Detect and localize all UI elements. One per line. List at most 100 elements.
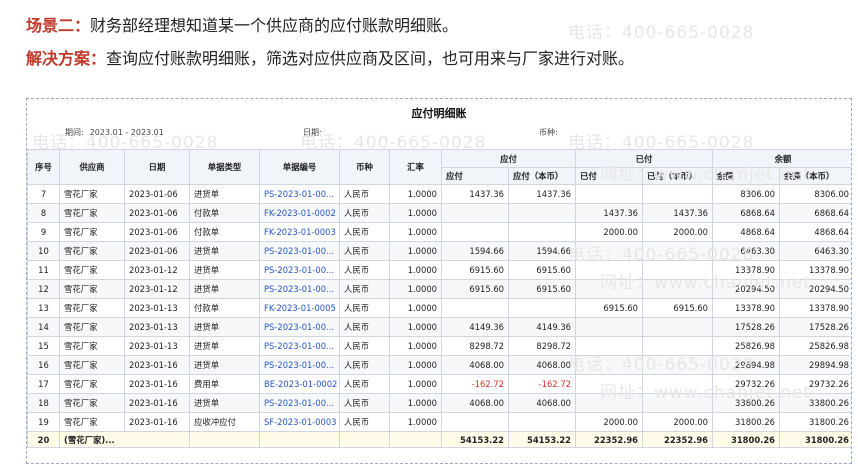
- table-row[interactable]: 19 雪花厂家 2023-01-16 应收冲应付 SF-2023-01-0003 人民币 1…: [27, 412, 851, 432]
- cell-balance-local: 13378.90: [779, 298, 851, 318]
- col-date[interactable]: 日期: [124, 149, 190, 185]
- cell-paid: [575, 374, 643, 394]
- col-balance-amount[interactable]: 余额: [712, 167, 780, 185]
- cell-date: 2023-01-16: [124, 393, 190, 413]
- cell-date: 2023-01-13: [124, 336, 190, 356]
- col-payable-amount[interactable]: 应付: [441, 167, 509, 185]
- cell-payable: 1594.66: [441, 241, 509, 261]
- col-currency[interactable]: 币种: [339, 149, 390, 185]
- cell-date: 2023-01-16: [124, 412, 190, 432]
- cell-balance-local: 17528.26: [779, 317, 851, 337]
- cell-currency: 人民币: [339, 355, 390, 375]
- cell-balance: 6463.30: [712, 241, 780, 261]
- cell-paid-local: [642, 355, 713, 375]
- cell-doc-no-link[interactable]: BE-2023-01-0002: [259, 374, 340, 394]
- total-payable-local: 54153.22: [508, 431, 576, 448]
- table-row[interactable]: 11 雪花厂家 2023-01-12 进货单 PS-2023-01-00... 人民币 1.…: [27, 260, 851, 280]
- cell-payable-local: [508, 222, 576, 242]
- report-title: 应付明细账: [411, 107, 467, 120]
- cell-doc-no-link[interactable]: SF-2023-01-0003: [259, 412, 340, 432]
- col-group-paid: 已付: [575, 149, 713, 168]
- cell-doc-no-link[interactable]: PS-2023-01-00...: [259, 184, 340, 204]
- cell-doc-type: 进货单: [189, 184, 260, 204]
- cell-payable-local: [508, 412, 576, 432]
- table-row[interactable]: 10 雪花厂家 2023-01-06 进货单 PS-2023-01-00... 人民币 1.…: [27, 241, 851, 261]
- table-row[interactable]: 18 雪花厂家 2023-01-16 进货单 PS-2023-01-00... 人民币 1.…: [27, 393, 851, 413]
- cell-balance-local: 6868.64: [779, 203, 851, 223]
- cell-rate: 1.0000: [389, 203, 442, 223]
- cell-supplier: 雪花厂家: [59, 298, 125, 318]
- cell-payable-local: [508, 203, 576, 223]
- table-row[interactable]: 8 雪花厂家 2023-01-06 付款单 FK-2023-01-0002 人民币 1.00…: [27, 203, 851, 223]
- total-empty: [259, 431, 340, 448]
- cell-rate: 1.0000: [389, 241, 442, 261]
- cell-date: 2023-01-06: [124, 184, 190, 204]
- cell-supplier: 雪花厂家: [59, 279, 125, 299]
- col-rate[interactable]: 汇率: [389, 149, 442, 185]
- cell-paid-local: [642, 184, 713, 204]
- col-doc-no[interactable]: 单据编号: [259, 149, 340, 185]
- total-supplier: (雪花厂家)...: [59, 431, 190, 448]
- col-paid-local[interactable]: 已付（本币）: [642, 167, 713, 185]
- cell-seq: 19: [27, 412, 60, 432]
- table-row[interactable]: 9 雪花厂家 2023-01-06 付款单 FK-2023-01-0003 人民币 1.00…: [27, 222, 851, 242]
- cell-doc-type: 进货单: [189, 279, 260, 299]
- cell-payable: 6915.60: [441, 260, 509, 280]
- table-row[interactable]: 7 雪花厂家 2023-01-06 进货单 PS-2023-01-00... 人民币 1.0…: [27, 184, 851, 204]
- col-supplier[interactable]: 供应商: [59, 149, 125, 185]
- cell-seq: 16: [27, 355, 60, 375]
- cell-doc-no-link[interactable]: PS-2023-01-00...: [259, 279, 340, 299]
- cell-paid: [575, 241, 643, 261]
- cell-doc-no-link[interactable]: FK-2023-01-0002: [259, 203, 340, 223]
- table-row[interactable]: 13 雪花厂家 2023-01-13 付款单 FK-2023-01-0005 人民币 1.0…: [27, 298, 851, 318]
- cell-paid-local: [642, 374, 713, 394]
- cell-paid-local: [642, 336, 713, 356]
- cell-paid-local: 2000.00: [642, 222, 713, 242]
- cell-currency: 人民币: [339, 393, 390, 413]
- cell-seq: 11: [27, 260, 60, 280]
- cell-currency: 人民币: [339, 203, 390, 223]
- cell-rate: 1.0000: [389, 412, 442, 432]
- cell-rate: 1.0000: [389, 336, 442, 356]
- cell-supplier: 雪花厂家: [59, 393, 125, 413]
- cell-paid: [575, 317, 643, 337]
- col-seq[interactable]: 序号: [27, 149, 60, 185]
- cell-payable-local: 1594.66: [508, 241, 576, 261]
- cell-rate: 1.0000: [389, 374, 442, 394]
- cell-supplier: 雪花厂家: [59, 241, 125, 261]
- cell-date: 2023-01-16: [124, 355, 190, 375]
- col-balance-local[interactable]: 余额（本币）: [779, 167, 851, 185]
- cell-doc-no-link[interactable]: PS-2023-01-00...: [259, 336, 340, 356]
- cell-paid-local: 1437.36: [642, 203, 713, 223]
- cell-paid: [575, 184, 643, 204]
- col-doc-type[interactable]: 单据类型: [189, 149, 260, 185]
- cell-payable: 6915.60: [441, 279, 509, 299]
- cell-balance: 4868.64: [712, 222, 780, 242]
- cell-doc-no-link[interactable]: PS-2023-01-00...: [259, 355, 340, 375]
- currency-meta: 币种:: [539, 127, 564, 138]
- header-row-1: 序号 供应商 日期 单据类型 单据编号 币种 汇率 应付 已付 余额: [27, 149, 851, 185]
- col-payable-local[interactable]: 应付（本币）: [508, 167, 576, 185]
- cell-payable: 4149.36: [441, 317, 509, 337]
- cell-seq: 17: [27, 374, 60, 394]
- cell-doc-no-link[interactable]: PS-2023-01-00...: [259, 393, 340, 413]
- table-row[interactable]: 17 雪花厂家 2023-01-16 费用单 BE-2023-01-0002 人民币 1.0…: [27, 374, 851, 394]
- cell-doc-no-link[interactable]: PS-2023-01-00...: [259, 317, 340, 337]
- col-paid-amount[interactable]: 已付: [575, 167, 643, 185]
- cell-doc-no-link[interactable]: PS-2023-01-00...: [259, 241, 340, 261]
- cell-doc-no-link[interactable]: FK-2023-01-0003: [259, 222, 340, 242]
- table-row[interactable]: 15 雪花厂家 2023-01-13 进货单 PS-2023-01-00... 人民币 1.…: [27, 336, 851, 356]
- table-row[interactable]: 14 雪花厂家 2023-01-13 进货单 PS-2023-01-00... 人民币 1.…: [27, 317, 851, 337]
- scenario-label: 场景二：: [26, 16, 91, 35]
- cell-doc-type: 进货单: [189, 355, 260, 375]
- cell-seq: 7: [27, 184, 60, 204]
- cell-payable: [441, 222, 509, 242]
- cell-doc-no-link[interactable]: PS-2023-01-00...: [259, 260, 340, 280]
- table-row[interactable]: 16 雪花厂家 2023-01-16 进货单 PS-2023-01-00... 人民币 1.…: [27, 355, 851, 375]
- payable-ledger-report: 应付明细账 期间: 2023.01 - 2023.01 日期: 币种: 序号 供应…: [26, 98, 852, 464]
- table-row[interactable]: 12 雪花厂家 2023-01-12 进货单 PS-2023-01-00... 人民币 1.…: [27, 279, 851, 299]
- cell-doc-no-link[interactable]: FK-2023-01-0005: [259, 298, 340, 318]
- cell-paid: [575, 260, 643, 280]
- cell-rate: 1.0000: [389, 298, 442, 318]
- cell-balance: 17528.26: [712, 317, 780, 337]
